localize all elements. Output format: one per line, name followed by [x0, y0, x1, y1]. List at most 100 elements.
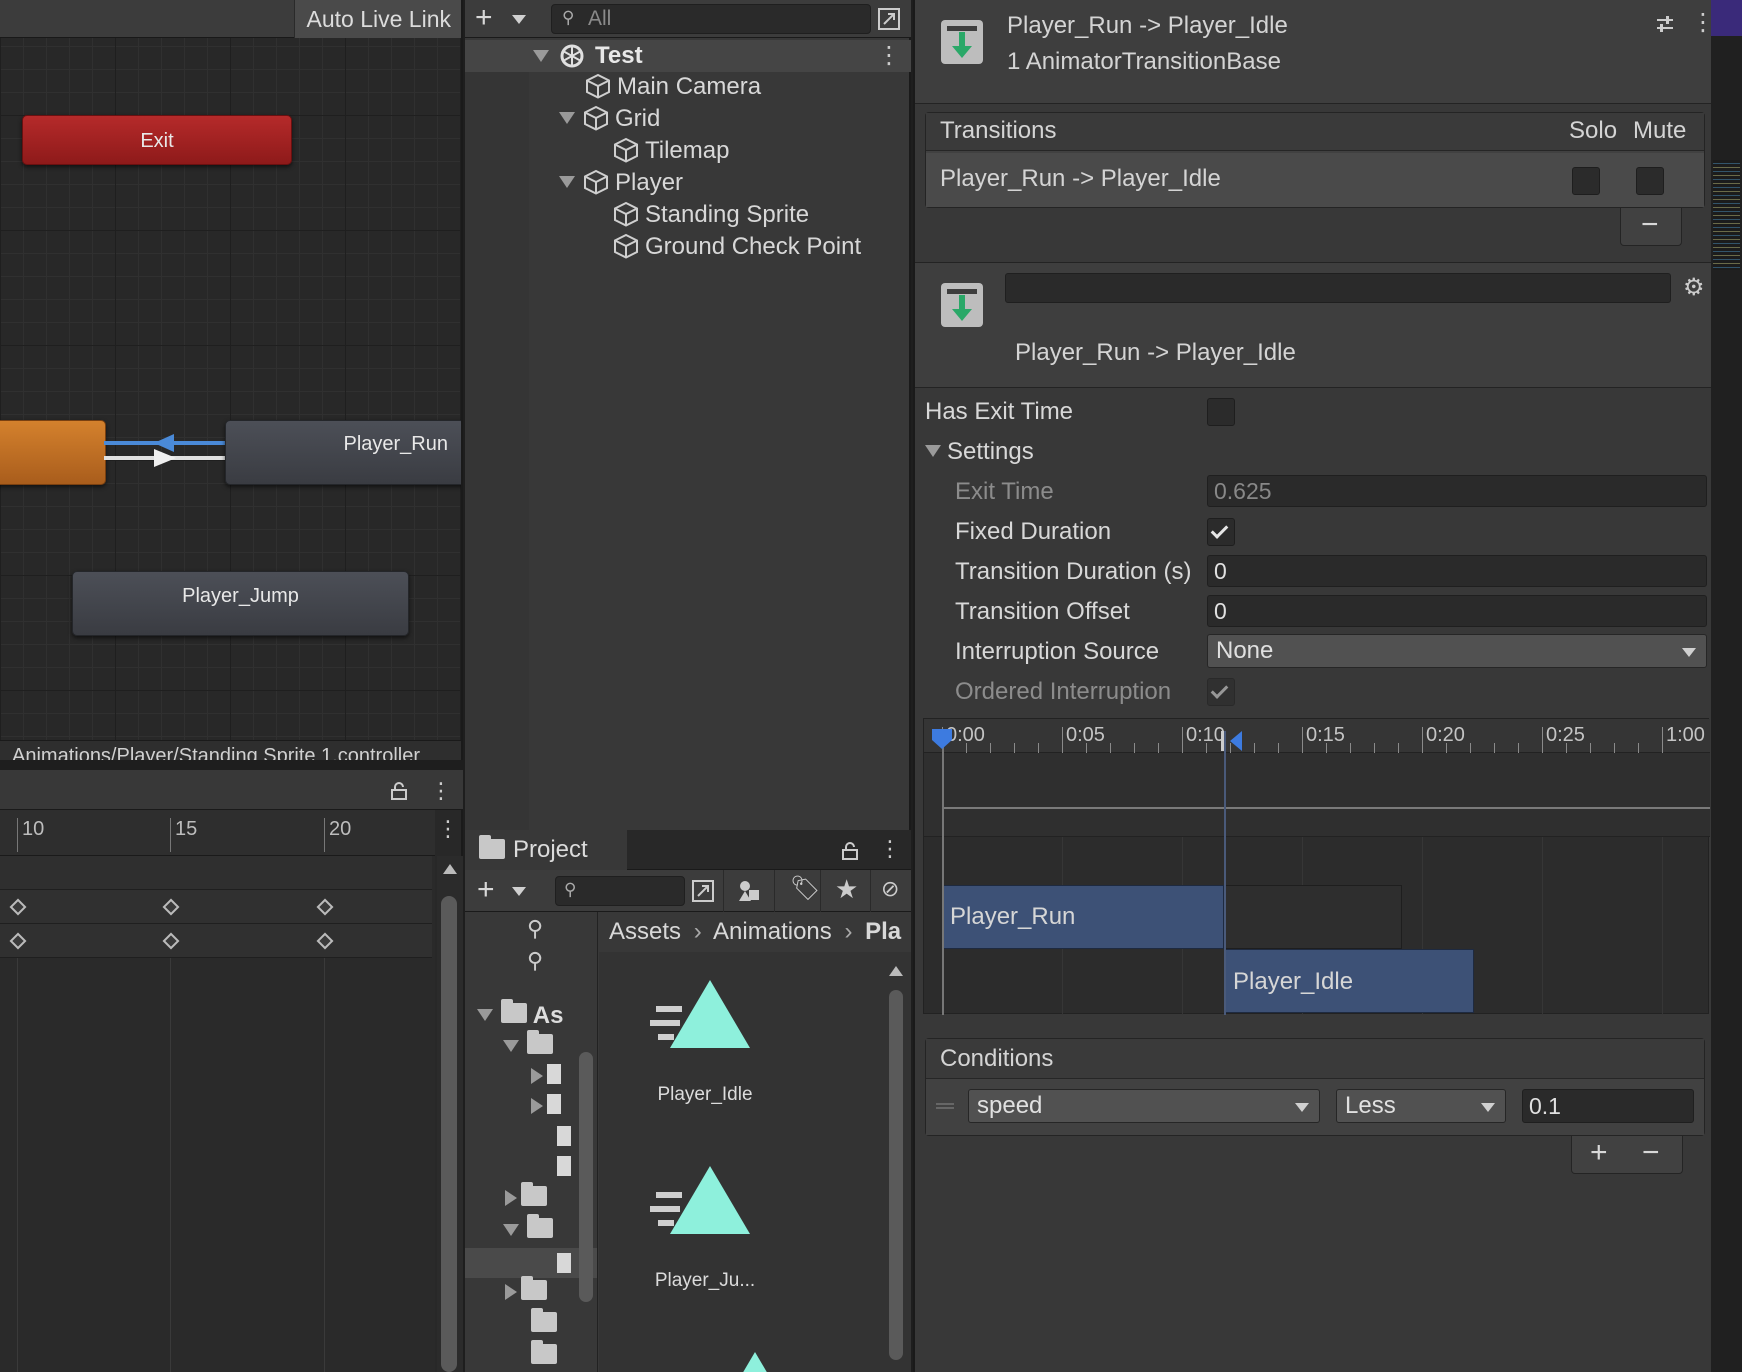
- transition-start-marker[interactable]: [942, 731, 944, 1015]
- tree-item-folder[interactable]: [505, 1182, 548, 1211]
- keyframe-diamond[interactable]: [316, 898, 334, 916]
- keyframe-diamond[interactable]: [9, 898, 27, 916]
- preset-sliders-icon[interactable]: [1655, 14, 1675, 34]
- tree-item-folder[interactable]: [505, 1276, 548, 1305]
- keyframe-diamond[interactable]: [316, 932, 334, 950]
- tree-item-file[interactable]: [531, 1064, 562, 1089]
- clip-player-idle[interactable]: Player_Idle: [1224, 949, 1474, 1013]
- asset-player-jump[interactable]: Player_Ju...: [605, 1156, 805, 1292]
- condition-parameter-dropdown[interactable]: speed: [968, 1089, 1320, 1123]
- transition-timeline[interactable]: 0:00 0:05 0:10 0:15 0:20 0:25 1:00 Player_Run …: [923, 718, 1710, 1015]
- mute-checkbox[interactable]: [1636, 167, 1664, 195]
- chevron-down-icon[interactable]: [512, 887, 526, 896]
- lock-icon[interactable]: [841, 842, 859, 860]
- open-window-icon[interactable]: [691, 879, 715, 903]
- tree-item-file[interactable]: [557, 1156, 571, 1181]
- transition-row[interactable]: Player_Run -> Player_Idle: [926, 153, 1704, 207]
- hierarchy-item-player[interactable]: Player: [559, 167, 683, 199]
- keyframe-diamond[interactable]: [9, 932, 27, 950]
- add-condition-button[interactable]: +: [1590, 1138, 1608, 1168]
- more-menu-icon[interactable]: ⋮: [437, 816, 459, 842]
- exit-time-input[interactable]: 0.625: [1207, 475, 1707, 507]
- keyframe-row[interactable]: [0, 924, 432, 958]
- tab-project[interactable]: Project: [465, 830, 627, 870]
- exit-state-node[interactable]: Exit: [22, 115, 292, 165]
- scroll-up-icon[interactable]: [889, 966, 903, 976]
- project-search-input[interactable]: ⚲: [555, 876, 685, 906]
- tree-item-file[interactable]: [557, 1126, 571, 1151]
- breadcrumb-current[interactable]: Pla: [865, 918, 901, 945]
- animator-graph[interactable]: Auto Live Link Exit Player_Run Player_Ju…: [0, 0, 463, 760]
- scene-row[interactable]: Test ⋮: [465, 40, 911, 72]
- chevron-down-icon[interactable]: [512, 15, 526, 24]
- expand-arrow-icon[interactable]: [559, 112, 575, 124]
- scene-visibility-icon[interactable]: [877, 7, 901, 31]
- expand-arrow-icon[interactable]: [533, 50, 549, 62]
- default-state-node[interactable]: [0, 420, 106, 485]
- animation-ruler[interactable]: 10 15 20 ⋮: [0, 810, 459, 856]
- breadcrumb-animations[interactable]: Animations: [713, 918, 832, 945]
- condition-mode-dropdown[interactable]: Less: [1336, 1089, 1506, 1123]
- project-folder-tree[interactable]: ⚲ ⚲ As: [465, 912, 598, 1372]
- hierarchy-item-tilemap[interactable]: Tilemap: [613, 135, 729, 167]
- condition-threshold-input[interactable]: 0.1: [1522, 1089, 1694, 1123]
- hierarchy-item-standing-sprite[interactable]: Standing Sprite: [613, 199, 809, 231]
- scrollbar-thumb[interactable]: [441, 896, 457, 1372]
- settings-foldout[interactable]: Settings: [925, 438, 1034, 466]
- keyframe-diamond[interactable]: [162, 932, 180, 950]
- hierarchy-item-grid[interactable]: Grid: [559, 103, 660, 135]
- vertical-scrollbar[interactable]: [437, 856, 463, 1372]
- transition-handle[interactable]: [1221, 731, 1224, 751]
- transition-duration-handle[interactable]: [1230, 731, 1242, 751]
- player-run-state-node[interactable]: Player_Run: [225, 420, 461, 485]
- auto-live-link-button[interactable]: Auto Live Link: [293, 0, 461, 38]
- interruption-source-dropdown[interactable]: None: [1207, 634, 1707, 668]
- tree-item-assets[interactable]: As: [477, 999, 563, 1030]
- condition-row[interactable]: speed Less 0.1: [926, 1081, 1704, 1135]
- ordered-interruption-checkbox[interactable]: [1207, 678, 1235, 706]
- transition-duration-input[interactable]: 0: [1207, 555, 1707, 587]
- timeline-ruler[interactable]: 0:00 0:05 0:10 0:15 0:20 0:25 1:00: [924, 719, 1710, 753]
- project-asset-grid[interactable]: Assets › Animations › Pla Player_Idle Pl…: [599, 912, 911, 1372]
- drag-handle-icon[interactable]: [936, 1103, 954, 1109]
- favorites-star-icon[interactable]: ★: [835, 874, 858, 905]
- filter-by-label-icon[interactable]: 🏷︎: [790, 874, 820, 903]
- solo-checkbox[interactable]: [1572, 167, 1600, 195]
- fixed-duration-checkbox[interactable]: [1207, 518, 1235, 546]
- create-plus-icon[interactable]: +: [475, 2, 493, 34]
- gear-icon[interactable]: ⚙: [1683, 273, 1705, 302]
- remove-transition-button[interactable]: −: [1620, 208, 1682, 246]
- player-jump-state-node[interactable]: Player_Jump: [72, 571, 409, 636]
- asset-player-idle[interactable]: Player_Idle: [605, 970, 805, 1106]
- lock-icon[interactable]: [390, 782, 408, 800]
- keyframe-row-summary[interactable]: [0, 856, 432, 890]
- keyframe-row[interactable]: [0, 890, 432, 924]
- hierarchy-tree[interactable]: Test ⋮ Main Camera Grid Tilemap Player S…: [465, 40, 911, 832]
- tree-item-file[interactable]: [531, 1094, 562, 1119]
- create-plus-icon[interactable]: +: [477, 874, 495, 906]
- transition-end-marker[interactable]: [1224, 731, 1226, 1015]
- hierarchy-search-input[interactable]: ⚲ All: [551, 4, 871, 34]
- more-menu-icon[interactable]: ⋮: [879, 836, 901, 862]
- transition-name-input[interactable]: [1005, 273, 1671, 303]
- remove-condition-button[interactable]: −: [1642, 1138, 1660, 1168]
- hidden-packages-icon[interactable]: ⊘: [881, 876, 899, 902]
- scroll-up-icon[interactable]: [443, 864, 457, 874]
- more-menu-icon[interactable]: ⋮: [430, 778, 452, 804]
- expand-arrow-icon[interactable]: [559, 176, 575, 188]
- more-menu-icon[interactable]: ⋮: [877, 40, 901, 72]
- content-scrollbar-thumb[interactable]: [889, 990, 903, 1360]
- keyframe-diamond[interactable]: [162, 898, 180, 916]
- animation-clip-icon[interactable]: [695, 1342, 805, 1372]
- transition-arrows[interactable]: [104, 430, 228, 470]
- tree-item-folder[interactable]: [531, 1340, 557, 1369]
- hierarchy-item-ground-check-point[interactable]: Ground Check Point: [613, 231, 861, 263]
- transition-offset-input[interactable]: 0: [1207, 595, 1707, 627]
- filter-by-type-icon[interactable]: [737, 879, 763, 903]
- keyframe-area[interactable]: [0, 856, 435, 1372]
- tree-item-folder[interactable]: [503, 1214, 553, 1243]
- breadcrumb-assets[interactable]: Assets: [609, 918, 681, 945]
- has-exit-time-checkbox[interactable]: [1207, 398, 1235, 426]
- hierarchy-item-main-camera[interactable]: Main Camera: [585, 71, 761, 103]
- tree-item-folder[interactable]: [503, 1030, 553, 1059]
